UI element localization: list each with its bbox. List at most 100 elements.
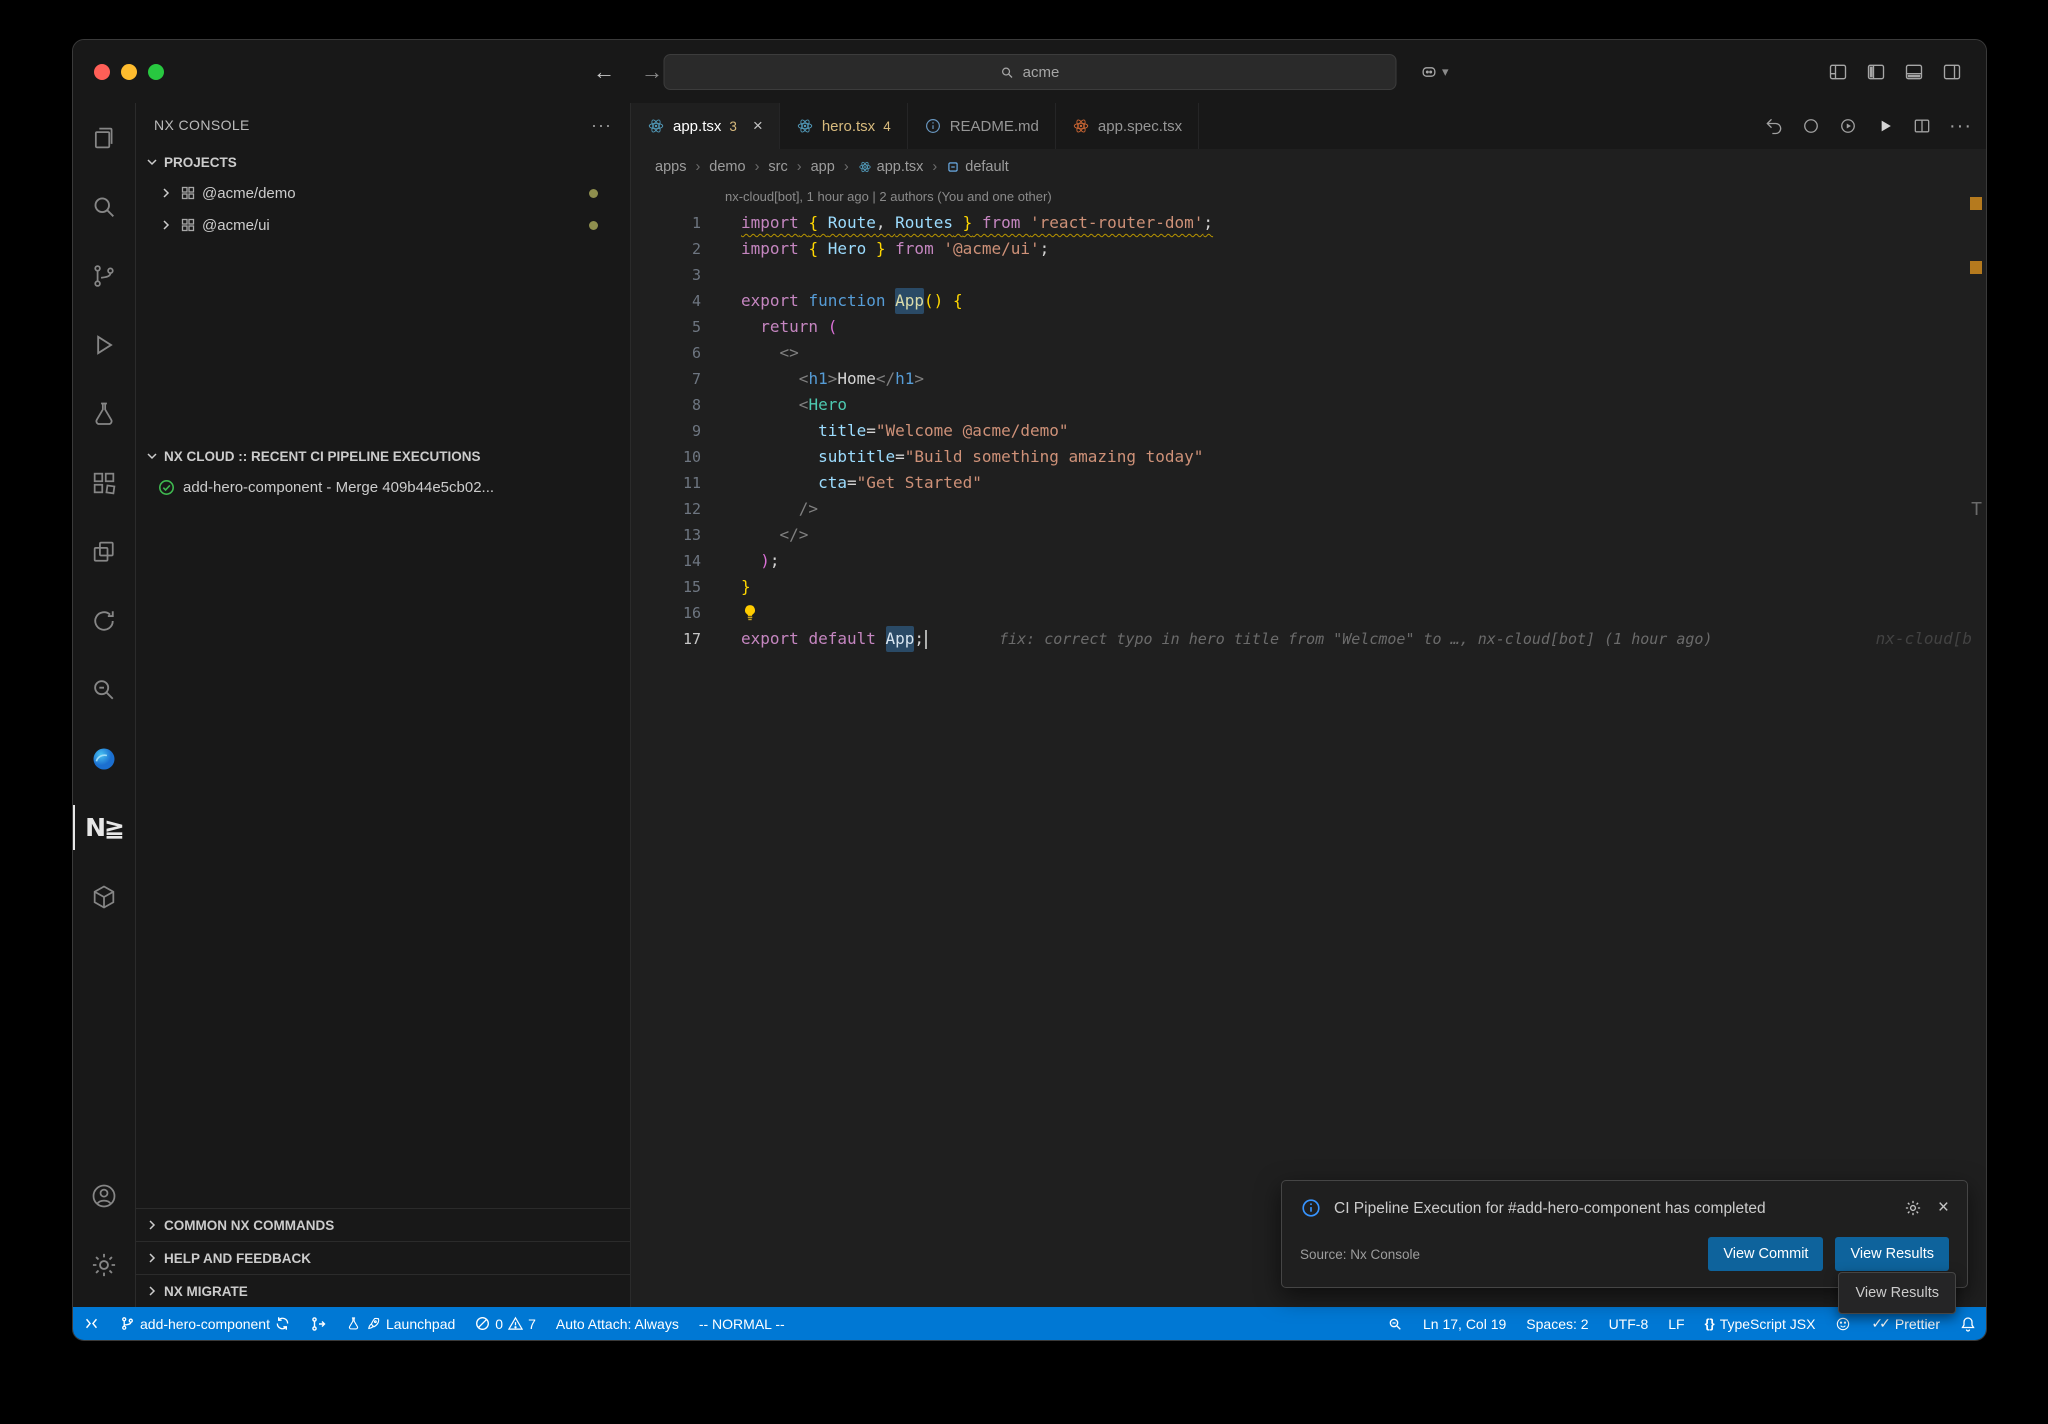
language-mode-status[interactable]: {} TypeScript JSX [1695,1307,1826,1340]
code-line[interactable]: 9 title="Welcome @acme/demo" [631,418,1986,444]
search-icon[interactable] [73,172,135,241]
code-line[interactable]: 15} [631,574,1986,600]
more-actions-icon[interactable]: ··· [591,115,612,136]
layers-icon[interactable] [73,517,135,586]
line-number[interactable]: 9 [631,418,717,444]
code-line[interactable]: 11 cta="Get Started" [631,470,1986,496]
code-line[interactable]: 8 <Hero [631,392,1986,418]
line-number[interactable]: 15 [631,574,717,600]
zoom-status[interactable] [1377,1307,1413,1340]
run-all-icon[interactable] [1838,116,1858,136]
breadcrumb-item-file[interactable]: app.tsx [858,159,924,175]
line-number[interactable]: 17 [631,626,717,652]
code-line[interactable]: 7 <h1>Home</h1> [631,366,1986,392]
section-nx-migrate[interactable]: NX MIGRATE [136,1274,630,1307]
code-line[interactable]: 14 ); [631,548,1986,574]
toggle-primary-sidebar-icon[interactable] [1866,62,1886,82]
close-tab-icon[interactable]: × [753,116,763,136]
toggle-secondary-sidebar-icon[interactable] [1942,62,1962,82]
command-center-search[interactable]: acme [663,54,1396,90]
remote-indicator[interactable] [73,1307,110,1340]
go-back-icon[interactable] [1764,116,1784,136]
settings-gear-icon[interactable] [73,1230,135,1299]
line-number[interactable]: 3 [631,262,717,288]
line-number[interactable]: 11 [631,470,717,496]
tab-hero-tsx[interactable]: hero.tsx 4 [780,103,908,149]
code-line[interactable]: 16 [631,600,1986,626]
git-branch-status[interactable]: add-hero-component [110,1307,300,1340]
testing-icon[interactable] [73,379,135,448]
view-commit-button[interactable]: View Commit [1708,1237,1823,1271]
code-search-icon[interactable] [73,655,135,724]
section-help-and-feedback[interactable]: HELP AND FEEDBACK [136,1241,630,1274]
source-control-icon[interactable] [73,241,135,310]
project-item-acme-ui[interactable]: @acme/ui [136,209,630,241]
breadcrumb-item-symbol[interactable]: default [946,159,1009,175]
line-number[interactable]: 10 [631,444,717,470]
breadcrumb-item[interactable]: demo [709,159,745,175]
explorer-icon[interactable] [73,103,135,172]
project-item-acme-demo[interactable]: @acme/demo [136,177,630,209]
split-editor-icon[interactable] [1912,116,1932,136]
account-icon[interactable] [73,1161,135,1230]
code-line[interactable]: 5 return ( [631,314,1986,340]
nx-console-icon[interactable]: N≧ [73,793,135,862]
line-number[interactable]: 13 [631,522,717,548]
code-line[interactable]: 6 <> [631,340,1986,366]
auto-attach-status[interactable]: Auto Attach: Always [546,1307,689,1340]
code-line[interactable]: 4export function App() { [631,288,1986,314]
code-line[interactable]: 1import { Route, Routes } from 'react-ro… [631,210,1986,236]
nx-cloud-section-header[interactable]: NX CLOUD :: RECENT CI PIPELINE EXECUTION… [136,441,630,471]
line-number[interactable]: 16 [631,600,717,626]
close-window-button[interactable] [94,64,110,80]
close-notification-icon[interactable]: × [1938,1197,1949,1219]
code-line[interactable]: 13 </> [631,522,1986,548]
history-icon[interactable] [73,586,135,655]
problems-status[interactable]: 0 7 [465,1307,546,1340]
tab-readme-md[interactable]: README.md [908,103,1056,149]
view-results-button[interactable]: View Results [1835,1237,1949,1271]
projects-section-header[interactable]: PROJECTS [136,147,630,177]
breadcrumb-item[interactable]: apps [655,159,686,175]
extensions-icon[interactable] [73,448,135,517]
navigate-back-icon[interactable]: ← [593,59,615,85]
zoom-window-button[interactable] [148,64,164,80]
line-number[interactable]: 6 [631,340,717,366]
run-debug-icon[interactable] [73,310,135,379]
code-line[interactable]: 12 /> [631,496,1986,522]
cursor-position-status[interactable]: Ln 17, Col 19 [1413,1307,1516,1340]
line-number[interactable]: 1 [631,210,717,236]
tab-app-spec-tsx[interactable]: app.spec.tsx [1056,103,1199,149]
run-icon[interactable] [1875,116,1895,136]
code-line[interactable]: 17export default App;fix: correct typo i… [631,626,1986,652]
package-icon[interactable] [73,862,135,931]
line-number[interactable]: 8 [631,392,717,418]
browser-icon[interactable] [73,724,135,793]
breadcrumb-item[interactable]: src [768,159,787,175]
vim-mode-status[interactable]: -- NORMAL -- [689,1307,795,1340]
code-editor[interactable]: nx-cloud[bot], 1 hour ago | 2 authors (Y… [631,185,1986,1307]
customize-layout-icon[interactable] [1828,62,1848,82]
git-action-icon[interactable] [300,1307,336,1340]
minimize-window-button[interactable] [121,64,137,80]
circle-icon[interactable] [1801,116,1821,136]
more-actions-icon[interactable]: ··· [1949,115,1972,138]
encoding-status[interactable]: UTF-8 [1599,1307,1659,1340]
eol-status[interactable]: LF [1658,1307,1694,1340]
launchpad-status[interactable]: Launchpad [336,1307,465,1340]
lightbulb-icon[interactable] [741,604,759,622]
notification-settings-gear-icon[interactable] [1904,1199,1922,1217]
code-line[interactable]: 10 subtitle="Build something amazing tod… [631,444,1986,470]
code-line[interactable]: 2import { Hero } from '@acme/ui'; [631,236,1986,262]
line-number[interactable]: 7 [631,366,717,392]
line-number[interactable]: 4 [631,288,717,314]
line-number[interactable]: 2 [631,236,717,262]
navigate-forward-icon[interactable]: → [641,59,663,85]
breadcrumb-item[interactable]: app [811,159,835,175]
codelens-annotation[interactable]: nx-cloud[bot], 1 hour ago | 2 authors (Y… [725,185,1986,210]
indentation-status[interactable]: Spaces: 2 [1516,1307,1598,1340]
pipeline-execution-item[interactable]: add-hero-component - Merge 409b44e5cb02.… [136,471,630,503]
line-number[interactable]: 5 [631,314,717,340]
copilot-menu[interactable]: ▾ [1419,62,1449,82]
toggle-panel-icon[interactable] [1904,62,1924,82]
